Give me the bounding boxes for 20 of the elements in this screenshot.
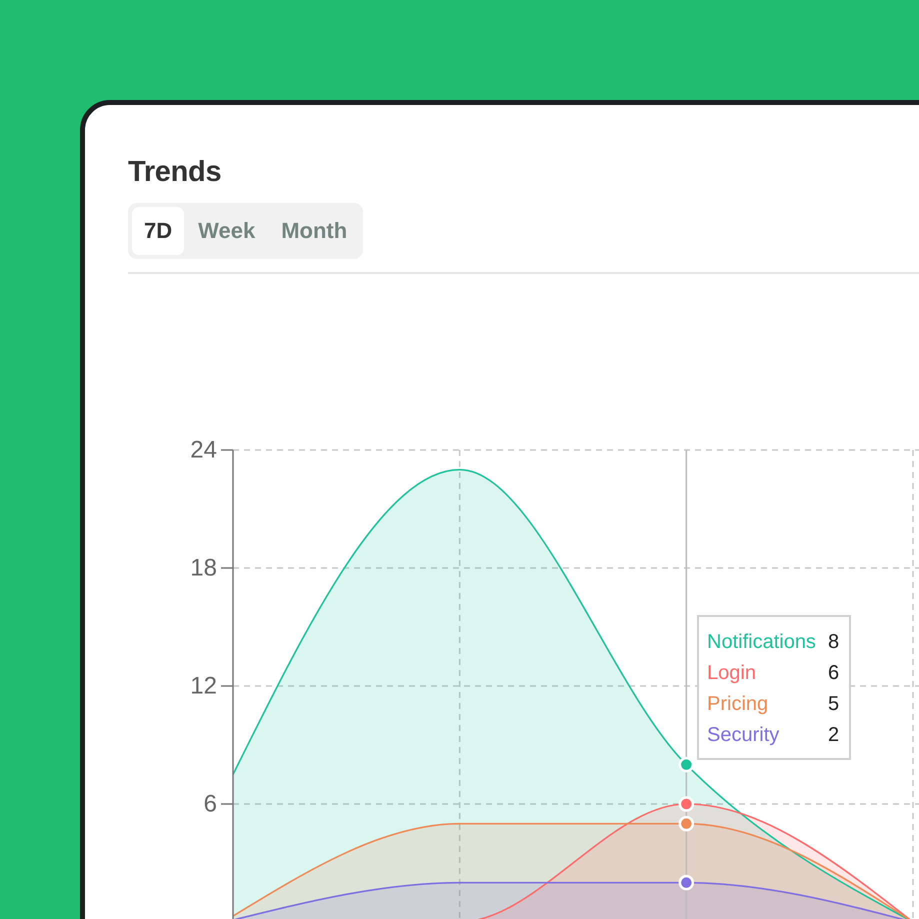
tooltip-series-name: Security — [707, 723, 780, 748]
y-tick-label: 6 — [204, 790, 217, 818]
hover-point — [678, 874, 694, 890]
hover-point — [678, 816, 694, 832]
y-tick-label: 18 — [190, 554, 217, 582]
tooltip-series-name: Login — [707, 661, 757, 686]
period-tab[interactable]: Month — [269, 207, 360, 255]
tooltip-value: 5 — [828, 692, 840, 717]
tooltip-value: 8 — [828, 630, 840, 655]
tooltip-value: 2 — [828, 723, 840, 748]
y-tick-label: 24 — [190, 436, 217, 464]
period-tab[interactable]: 7D — [132, 207, 184, 255]
tooltip-series-name: Pricing — [707, 692, 770, 717]
period-tab[interactable]: Week — [186, 207, 268, 255]
card-title: Trends — [128, 155, 222, 189]
y-tick-label: 12 — [190, 672, 217, 700]
tooltip-series-name: Notifications — [707, 630, 816, 655]
hover-point — [678, 756, 694, 772]
hover-point — [678, 796, 694, 812]
tooltip-value: 6 — [828, 661, 840, 686]
